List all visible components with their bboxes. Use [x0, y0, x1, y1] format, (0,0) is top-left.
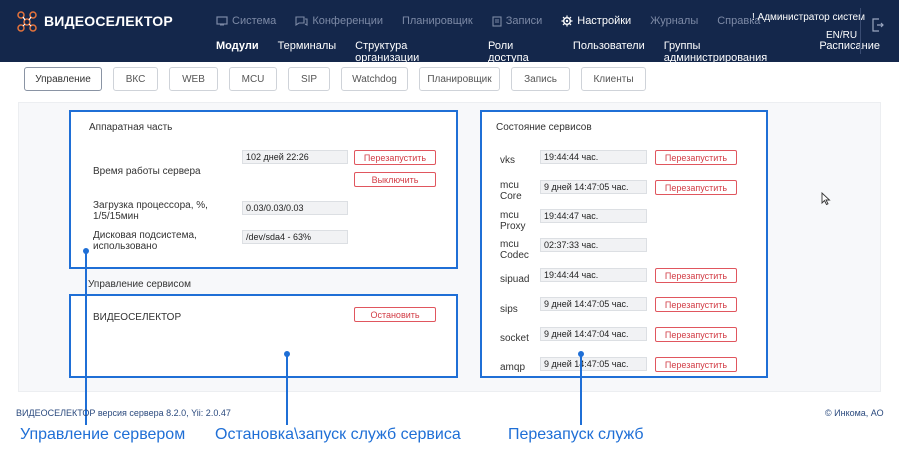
hardware-title: Аппаратная часть: [89, 122, 173, 133]
brand-name: ВИДЕОСЕЛЕКТОР: [44, 13, 173, 29]
service-row-uptime: 19:44:44 час.: [540, 150, 647, 164]
logo[interactable]: ВИДЕОСЕЛЕКТОР: [16, 10, 173, 32]
nav-journals-label: Журналы: [650, 15, 699, 27]
service-name: ВИДЕОСЕЛЕКТОР: [93, 312, 182, 323]
header-divider: [860, 8, 861, 54]
service-row-name: vks: [500, 155, 515, 166]
service-mgmt-title: Управление сервисом: [88, 279, 191, 290]
subnav-users[interactable]: Пользователи: [573, 40, 645, 64]
service-row-uptime: 9 дней 14:47:04 час.: [540, 327, 647, 341]
tab-sip[interactable]: SIP: [288, 67, 330, 91]
service-row-name: mcu Codec: [500, 239, 529, 261]
nav-scheduler[interactable]: Планировщик: [402, 15, 473, 27]
tab-mcu[interactable]: MCU: [229, 67, 277, 91]
callout-line-server: [85, 251, 87, 425]
service-row-uptime: 9 дней 14:47:05 час.: [540, 297, 647, 311]
service-row-uptime: 9 дней 14:47:05 час.: [540, 180, 647, 194]
logout-icon: [872, 18, 884, 32]
callout-line-restart: [580, 354, 582, 425]
uptime-value: 102 дней 22:26: [242, 150, 348, 164]
nav-conferences-label: Конференции: [312, 15, 383, 27]
nav-system[interactable]: Система: [216, 15, 276, 27]
service-row-name: mcu Proxy: [500, 210, 526, 232]
records-icon: [492, 15, 502, 27]
nav-journals[interactable]: Журналы: [650, 15, 698, 27]
service-mcu-core-restart-button[interactable]: Перезапустить: [655, 180, 737, 195]
service-vks-restart-button[interactable]: Перезапустить: [655, 150, 737, 165]
cpu-label: Загрузка процессора, %, 1/5/15мин: [93, 200, 208, 222]
service-mgmt-section: ВИДЕОСЕЛЕКТОР Остановить: [69, 294, 458, 378]
language-switch[interactable]: EN/RU: [826, 30, 857, 41]
nav-records[interactable]: Записи: [492, 15, 543, 27]
callout-line-services: [286, 354, 288, 425]
service-socket-restart-button[interactable]: Перезапустить: [655, 327, 737, 342]
module-tabs: Управление ВКС WEB MCU SIP Watchdog План…: [24, 67, 657, 91]
tab-web[interactable]: WEB: [169, 67, 218, 91]
mouse-cursor-icon: [821, 192, 831, 206]
nav-records-label: Записи: [505, 15, 543, 27]
service-row-name: sipuad: [500, 274, 530, 285]
services-title: Состояние сервисов: [496, 122, 592, 133]
services-section: Состояние сервисов vks 19:44:44 час. Пер…: [480, 110, 768, 378]
tab-watchdog[interactable]: Watchdog: [341, 67, 408, 91]
service-amqp-restart-button[interactable]: Перезапустить: [655, 357, 737, 372]
user-menu[interactable]: ! Администратор систем: [752, 12, 865, 23]
logout-button[interactable]: [872, 18, 884, 37]
top-header: ВИДЕОСЕЛЕКТОР Система Конференции Планир…: [0, 0, 899, 64]
conference-icon: [295, 15, 308, 26]
service-row-name: amqp: [500, 362, 526, 373]
nav-settings[interactable]: Настройки: [561, 15, 631, 27]
tab-scheduler[interactable]: Планировщик: [419, 67, 500, 91]
logo-icon: [17, 11, 37, 32]
sub-navigation: Модули Терминалы Структура организации Р…: [216, 40, 899, 64]
subnav-admin-groups[interactable]: Группы администрирования: [664, 40, 801, 64]
subnav-terminals[interactable]: Терминалы: [278, 40, 337, 64]
disk-value: /dev/sda4 - 63%: [242, 230, 348, 244]
service-row-uptime: 9 дней 14:47:05 час.: [540, 357, 647, 371]
system-icon: [216, 16, 228, 26]
tab-management[interactable]: Управление: [24, 67, 102, 91]
service-sipuad-restart-button[interactable]: Перезапустить: [655, 268, 737, 283]
tab-clients[interactable]: Клиенты: [581, 67, 646, 91]
service-stop-button[interactable]: Остановить: [354, 307, 436, 322]
server-shutdown-button[interactable]: Выключить: [354, 172, 436, 187]
annotation-server-management: Управление сервером: [20, 426, 186, 443]
annotation-service-restart: Перезапуск служб: [508, 426, 644, 443]
service-sips-restart-button[interactable]: Перезапустить: [655, 297, 737, 312]
subnav-schedule[interactable]: Расписание: [819, 40, 880, 64]
subnav-modules[interactable]: Модули: [216, 40, 259, 64]
nav-settings-label: Настройки: [577, 15, 632, 27]
tab-recording[interactable]: Запись: [511, 67, 570, 91]
gear-icon: [561, 15, 573, 27]
disk-label: Дисковая подсистема, использовано: [93, 230, 197, 252]
service-row-uptime: 19:44:44 час.: [540, 268, 647, 282]
tab-vks[interactable]: ВКС: [113, 67, 158, 91]
annotation-service-stop-start: Остановка\запуск служб сервиса: [215, 426, 461, 443]
cpu-value: 0.03/0.03/0.03: [242, 201, 348, 215]
top-navigation: Система Конференции Планировщик Записи Н…: [216, 15, 779, 27]
nav-conferences[interactable]: Конференции: [295, 15, 383, 27]
subnav-org-structure[interactable]: Структура организации: [355, 40, 469, 64]
hardware-section: Аппаратная часть Время работы сервера 10…: [69, 110, 458, 269]
server-restart-button[interactable]: Перезапустить: [354, 150, 436, 165]
nav-system-label: Система: [232, 15, 277, 27]
service-row-uptime: 02:37:33 час.: [540, 238, 647, 252]
footer-copyright: © Инкома, АО: [825, 408, 884, 418]
service-row-uptime: 19:44:47 час.: [540, 209, 647, 223]
service-row-name: sips: [500, 304, 518, 315]
subnav-access-roles[interactable]: Роли доступа: [488, 40, 554, 64]
uptime-label: Время работы сервера: [93, 166, 201, 177]
nav-scheduler-label: Планировщик: [401, 15, 473, 27]
footer-version: ВИДЕОСЕЛЕКТОР версия сервера 8.2.0, Yii:…: [16, 408, 231, 418]
service-row-name: mcu Core: [500, 180, 522, 202]
service-row-name: socket: [500, 333, 529, 344]
